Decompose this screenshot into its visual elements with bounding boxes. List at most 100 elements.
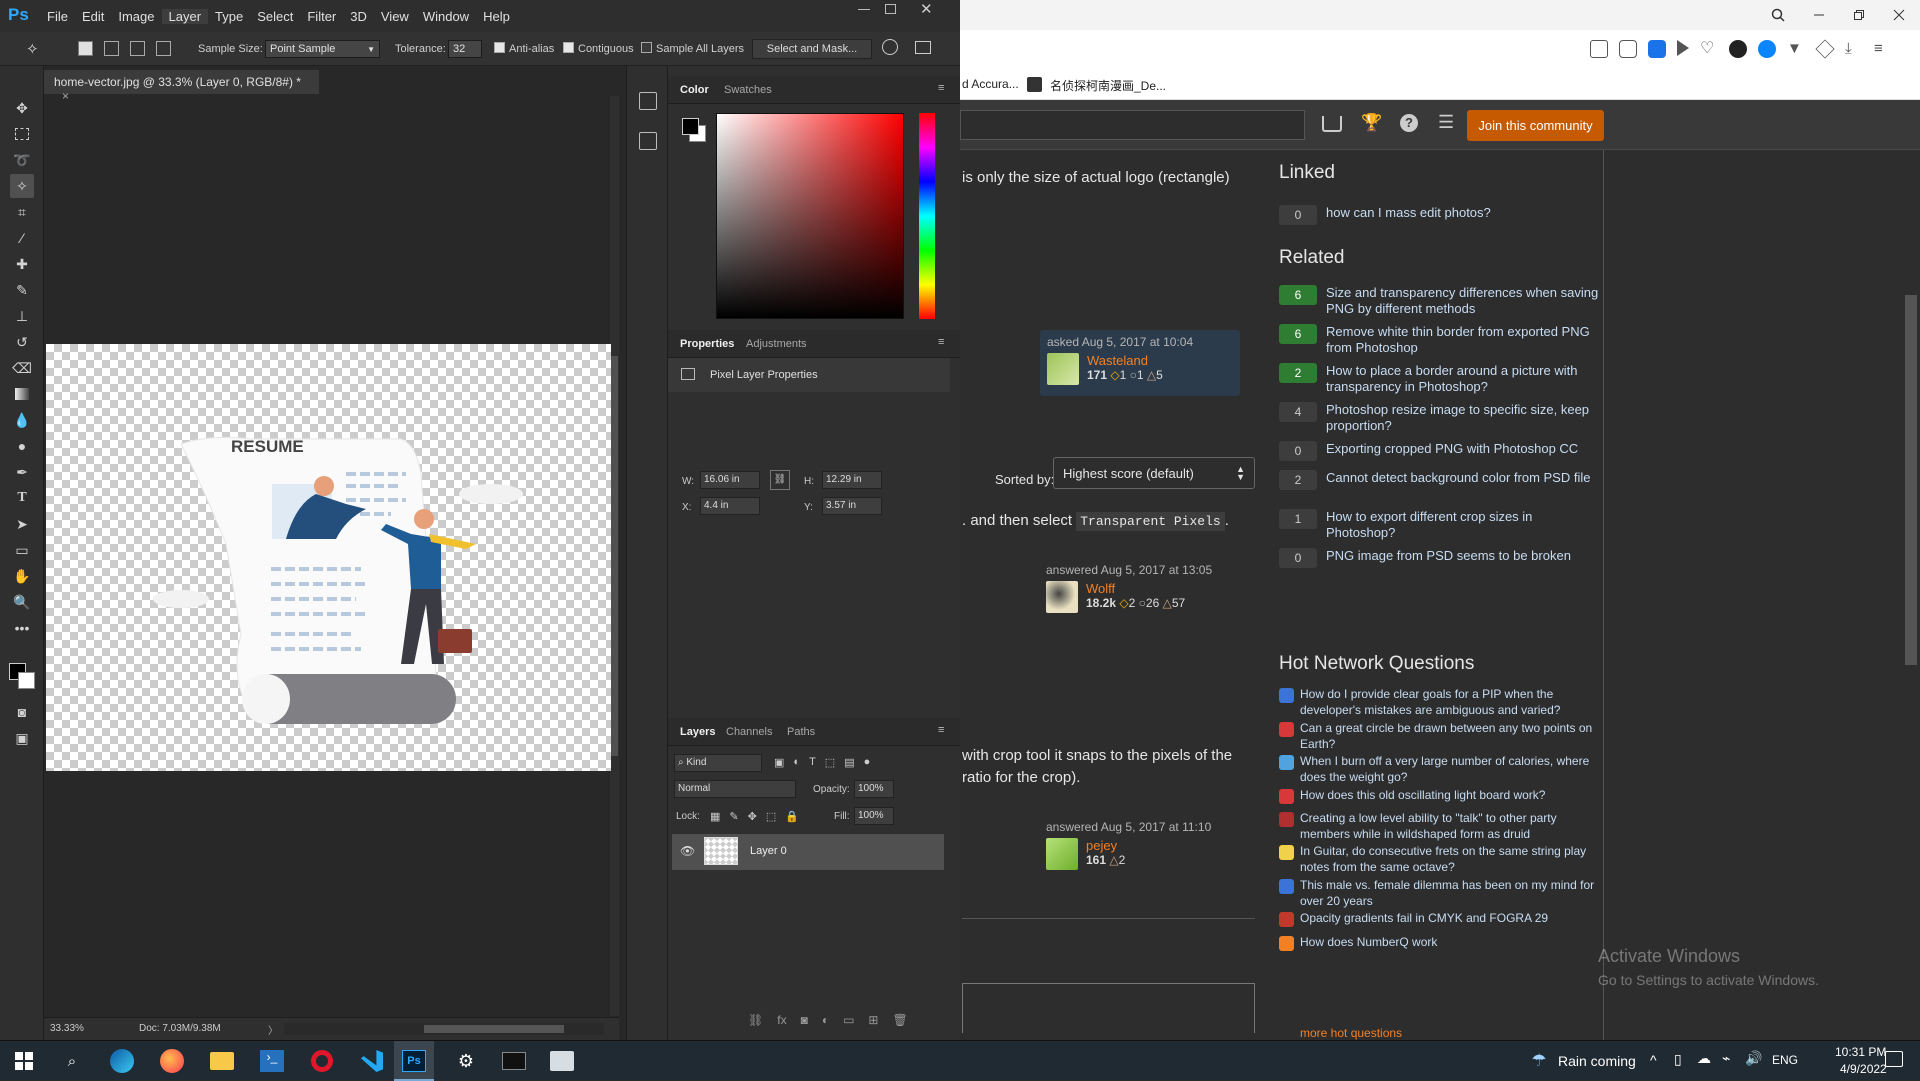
contiguous-checkbox[interactable]	[563, 42, 574, 53]
panel-menu-icon[interactable]: ≡	[938, 724, 944, 736]
weather-icon[interactable]: ☂	[1525, 1047, 1553, 1075]
panel-menu-icon[interactable]: ≡	[938, 336, 944, 348]
join-community-button[interactable]: Join this community	[1467, 110, 1604, 141]
workspace-icon[interactable]	[915, 41, 931, 54]
layer-row[interactable]: 👁 Layer 0	[672, 834, 944, 870]
magic-wand-tool-icon[interactable]: ✧	[10, 174, 34, 198]
tab-color[interactable]: Color	[680, 84, 709, 96]
menu-icon[interactable]: ≡	[1874, 40, 1892, 58]
menu-select[interactable]: Select	[250, 9, 300, 24]
new-group-icon[interactable]: ▭	[843, 1013, 854, 1027]
question-link[interactable]: How to export different crop sizes in Ph…	[1326, 509, 1604, 541]
menu-layer[interactable]: Layer	[161, 8, 209, 24]
close-icon[interactable]: ✕	[920, 0, 933, 18]
hot-question-link[interactable]: In Guitar, do consecutive frets on the s…	[1300, 843, 1604, 875]
smart-filter-icon[interactable]: ▤	[844, 756, 854, 769]
menu-edit[interactable]: Edit	[75, 9, 111, 24]
question-link[interactable]: Size and transparency differences when s…	[1326, 285, 1604, 317]
page-scrollbar[interactable]	[1905, 295, 1917, 665]
firefox-icon[interactable]	[158, 1047, 186, 1075]
hot-question-link[interactable]: Can a great circle be drawn between any …	[1300, 720, 1604, 752]
tab-channels[interactable]: Channels	[726, 726, 772, 738]
related-item[interactable]: 2 Cannot detect background color from PSD…	[1279, 470, 1604, 490]
help-icon[interactable]: ?	[1400, 114, 1418, 132]
question-link[interactable]: PNG image from PSD seems to be broken	[1326, 548, 1571, 568]
stamp-tool-icon[interactable]: ⊥	[10, 304, 34, 328]
menu-help[interactable]: Help	[476, 9, 517, 24]
y-input[interactable]: 3.57 in	[822, 497, 882, 515]
close-tab-icon[interactable]: ×	[62, 89, 69, 103]
question-link[interactable]: Cannot detect background color from PSD …	[1326, 470, 1590, 490]
eyedropper-tool-icon[interactable]: ⁄	[10, 226, 34, 250]
hot-question-link[interactable]: How does this old oscillating light boar…	[1300, 787, 1545, 804]
trash-icon[interactable]: 🗑	[892, 1013, 907, 1027]
x-input[interactable]: 4.4 in	[700, 497, 760, 515]
more-tools-icon[interactable]: •••	[10, 616, 34, 640]
history-brush-tool-icon[interactable]: ↺	[10, 330, 34, 354]
width-input[interactable]: 16.06 in	[700, 471, 760, 489]
tool-presets-icon[interactable]	[639, 132, 657, 150]
eraser-tool-icon[interactable]: ⌫	[10, 356, 34, 380]
tray-icon[interactable]: ▯	[1674, 1051, 1682, 1068]
search-icon[interactable]	[882, 39, 898, 55]
menu-image[interactable]: Image	[111, 9, 161, 24]
avatar[interactable]	[1046, 581, 1078, 613]
edge-icon[interactable]	[108, 1047, 136, 1075]
sort-select[interactable]: Highest score (default) ▲ ▼	[1053, 457, 1255, 489]
add-mask-icon[interactable]: ◙	[801, 1013, 808, 1027]
hand-tool-icon[interactable]: ✋	[10, 564, 34, 588]
path-selection-tool-icon[interactable]: ➤	[10, 512, 34, 536]
pen-tool-icon[interactable]: ✒	[10, 460, 34, 484]
edit-icon[interactable]	[1590, 40, 1608, 58]
quick-mask-icon[interactable]: ◙	[10, 700, 34, 724]
type-tool-icon[interactable]: T	[10, 486, 34, 510]
hot-question-item[interactable]: In Guitar, do consecutive frets on the s…	[1279, 843, 1604, 875]
user-name[interactable]: Wolff	[1086, 581, 1185, 596]
tab-properties[interactable]: Properties	[680, 338, 734, 350]
question-link[interactable]: how can I mass edit photos?	[1326, 205, 1491, 225]
language-indicator[interactable]: ENG	[1772, 1053, 1798, 1067]
hot-question-item[interactable]: How does NumberQ work	[1279, 934, 1604, 951]
question-link[interactable]: Remove white thin border from exported P…	[1326, 324, 1604, 356]
tab-layers[interactable]: Layers	[680, 726, 715, 738]
hot-question-link[interactable]: How does NumberQ work	[1300, 934, 1437, 951]
hot-question-link[interactable]: This male vs. female dilemma has been on…	[1300, 877, 1604, 909]
answer-editor[interactable]	[962, 983, 1255, 1033]
maximize-icon[interactable]	[885, 4, 896, 14]
height-input[interactable]: 12.29 in	[822, 471, 882, 489]
image-filter-icon[interactable]: ▣	[774, 756, 784, 769]
bookmark-item[interactable]: d Accura...	[962, 77, 1019, 91]
file-explorer-icon[interactable]	[208, 1047, 236, 1075]
link-icon[interactable]: ⛓	[770, 470, 790, 490]
intersect-selection-icon[interactable]	[156, 41, 171, 56]
hot-question-item[interactable]: When I burn off a very large number of c…	[1279, 753, 1604, 785]
question-link[interactable]: How to place a border around a picture w…	[1326, 363, 1604, 395]
more-hot-questions-link[interactable]: more hot questions	[1300, 1026, 1402, 1040]
related-item[interactable]: 0 PNG image from PSD seems to be broken	[1279, 548, 1604, 568]
hot-question-item[interactable]: Opacity gradients fail in CMYK and FOGRA…	[1279, 910, 1604, 927]
layer-name[interactable]: Layer 0	[750, 845, 787, 857]
menu-view[interactable]: View	[374, 9, 416, 24]
document-tab[interactable]: home-vector.jpg @ 33.3% (Layer 0, RGB/8#…	[44, 70, 319, 103]
hot-question-link[interactable]: Creating a low level ability to "talk" t…	[1300, 810, 1604, 842]
opera-icon[interactable]	[308, 1047, 336, 1075]
weather-text[interactable]: Rain coming	[1558, 1053, 1636, 1069]
subtract-selection-icon[interactable]	[130, 41, 145, 56]
tab-adjustments[interactable]: Adjustments	[746, 338, 807, 350]
adjustment-filter-icon[interactable]: ◐	[793, 756, 800, 769]
settings-icon[interactable]: ⚙	[452, 1047, 480, 1075]
volume-icon[interactable]: 🔊	[1745, 1050, 1762, 1067]
lasso-tool-icon[interactable]: ➰	[10, 148, 34, 172]
hot-question-item[interactable]: Creating a low level ability to "talk" t…	[1279, 810, 1604, 842]
question-link[interactable]: Photoshop resize image to specific size,…	[1326, 402, 1604, 434]
menu-file[interactable]: File	[40, 9, 75, 24]
add-selection-icon[interactable]	[104, 41, 119, 56]
history-icon[interactable]	[639, 92, 657, 110]
new-adjustment-icon[interactable]: ◐	[822, 1013, 829, 1027]
new-layer-icon[interactable]: ⊞	[868, 1013, 878, 1027]
sample-all-layers-checkbox[interactable]	[641, 42, 652, 53]
blend-mode-select[interactable]: Normal	[674, 780, 796, 798]
hot-question-link[interactable]: How do I provide clear goals for a PIP w…	[1300, 686, 1604, 718]
move-tool-icon[interactable]: ✥	[10, 96, 34, 120]
user-name[interactable]: Wasteland	[1087, 353, 1163, 368]
